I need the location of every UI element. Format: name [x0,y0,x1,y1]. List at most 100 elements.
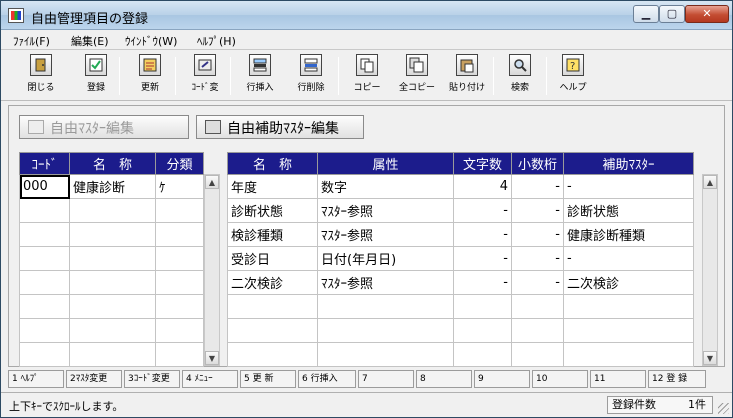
menu-window[interactable]: ｳｲﾝﾄﾞｳ(W) [125,33,177,49]
scroll-down-icon[interactable]: ▼ [205,351,219,365]
function-key-f10[interactable]: 10 [532,370,588,388]
table-cell[interactable]: 数字 [317,174,454,199]
table-cell[interactable] [453,342,512,367]
table-cell[interactable]: - [511,270,564,295]
master-edit-button[interactable]: 自由ﾏｽﾀｰ編集 [19,115,189,139]
function-key-f11[interactable]: 11 [590,370,646,388]
table-cell[interactable] [19,198,70,223]
table-cell[interactable] [19,246,70,271]
table-cell[interactable] [155,294,204,319]
table-cell[interactable] [69,222,156,247]
table-cell[interactable]: 000 [19,174,70,199]
table-cell[interactable] [563,342,694,367]
scroll-up-icon[interactable]: ▲ [205,175,219,189]
table-row[interactable] [227,318,694,343]
table-cell[interactable] [69,198,156,223]
item-list-scrollbar[interactable]: ▲ ▼ [204,174,220,366]
menu-help[interactable]: ﾍﾙﾌﾟ(H) [197,33,236,49]
table-cell[interactable] [317,318,454,343]
table-cell[interactable]: - [453,246,512,271]
toolbar-help-button[interactable]: ? ヘルプ [548,54,598,98]
toolbar-copy-all-button[interactable]: 全コピー [392,54,442,98]
table-cell[interactable] [155,222,204,247]
toolbar-close-button[interactable]: 閉じる [16,54,66,98]
table-cell[interactable] [69,270,156,295]
resize-grip-icon[interactable] [718,403,729,414]
table-cell[interactable] [227,318,318,343]
toolbar-update-button[interactable]: 更新 [125,54,175,98]
column-header-detail-name[interactable]: 名 称 [227,152,318,175]
table-cell[interactable]: - [511,222,564,247]
table-cell[interactable] [563,294,694,319]
table-cell[interactable]: 4 [453,174,512,199]
table-row[interactable] [19,198,204,223]
toolbar-paste-button[interactable]: 貼り付け [442,54,492,98]
column-header-decimals[interactable]: 小数桁 [511,152,564,175]
item-detail-scrollbar[interactable]: ▲ ▼ [702,174,718,366]
table-cell[interactable] [69,246,156,271]
column-header-sub-master[interactable]: 補助ﾏｽﾀｰ [563,152,694,175]
toolbar-register-button[interactable]: 登録 [71,54,121,98]
toolbar-delete-row-button[interactable]: 行削除 [286,54,336,98]
table-cell[interactable] [511,318,564,343]
table-cell[interactable]: - [511,198,564,223]
column-header-code[interactable]: ｺｰﾄﾞ [19,152,70,175]
table-cell[interactable]: 二次検診 [563,270,694,295]
table-row[interactable] [227,294,694,319]
table-cell[interactable] [155,342,204,367]
table-cell[interactable] [453,294,512,319]
table-cell[interactable]: 日付(年月日) [317,246,454,271]
table-row[interactable]: 000 健康診断ｹ [19,174,204,199]
function-key-f3[interactable]: 3ｺｰﾄﾞ変更 [124,370,180,388]
table-row[interactable] [19,318,204,343]
function-key-f2[interactable]: 2ﾏｽﾀ変更 [66,370,122,388]
function-key-f12[interactable]: 12 登 録 [648,370,706,388]
column-header-category[interactable]: 分類 [155,152,204,175]
toolbar-insert-row-button[interactable]: 行挿入 [235,54,285,98]
table-row[interactable] [19,222,204,247]
column-header-char-count[interactable]: 文字数 [453,152,512,175]
table-row[interactable] [19,294,204,319]
scroll-up-icon[interactable]: ▲ [703,175,717,189]
table-cell[interactable] [155,246,204,271]
table-cell[interactable]: 受診日 [227,246,318,271]
table-cell[interactable] [511,294,564,319]
table-cell[interactable]: 診断状態 [563,198,694,223]
table-cell[interactable]: - [563,246,694,271]
table-cell[interactable] [511,342,564,367]
function-key-f5[interactable]: 5 更 新 [240,370,296,388]
function-key-f7[interactable]: 7 [358,370,414,388]
table-cell[interactable] [69,318,156,343]
table-cell[interactable]: 二次検診 [227,270,318,295]
table-cell[interactable]: ﾏｽﾀｰ参照 [317,222,454,247]
table-row[interactable] [19,342,204,367]
table-cell[interactable] [317,294,454,319]
table-cell[interactable] [227,342,318,367]
table-cell[interactable]: - [453,198,512,223]
table-row[interactable]: 検診種類 ﾏｽﾀｰ参照 - - 健康診断種類 [227,222,694,247]
table-cell[interactable]: - [453,270,512,295]
table-row[interactable]: 年度 数字 4- - [227,174,694,199]
table-cell[interactable]: ｹ [155,174,204,199]
table-cell[interactable] [19,222,70,247]
table-row[interactable] [19,270,204,295]
sub-master-edit-button[interactable]: 自由補助ﾏｽﾀｰ編集 [196,115,364,139]
table-cell[interactable] [155,318,204,343]
function-key-f8[interactable]: 8 [416,370,472,388]
table-cell[interactable]: - [511,246,564,271]
table-cell[interactable] [19,270,70,295]
table-cell[interactable]: 診断状態 [227,198,318,223]
table-cell[interactable] [317,342,454,367]
toolbar-copy-button[interactable]: コピー [342,54,392,98]
table-row[interactable]: 診断状態 ﾏｽﾀｰ参照 - - 診断状態 [227,198,694,223]
column-header-name[interactable]: 名 称 [69,152,156,175]
table-cell[interactable] [19,294,70,319]
menu-file[interactable]: ﾌｧｲﾙ(F) [13,33,50,49]
table-row[interactable] [19,246,204,271]
table-cell[interactable] [227,294,318,319]
menu-edit[interactable]: 編集(E) [71,33,109,49]
table-cell[interactable] [19,342,70,367]
minimize-button[interactable]: ▁ [633,5,659,23]
scroll-down-icon[interactable]: ▼ [703,351,717,365]
table-cell[interactable] [155,270,204,295]
